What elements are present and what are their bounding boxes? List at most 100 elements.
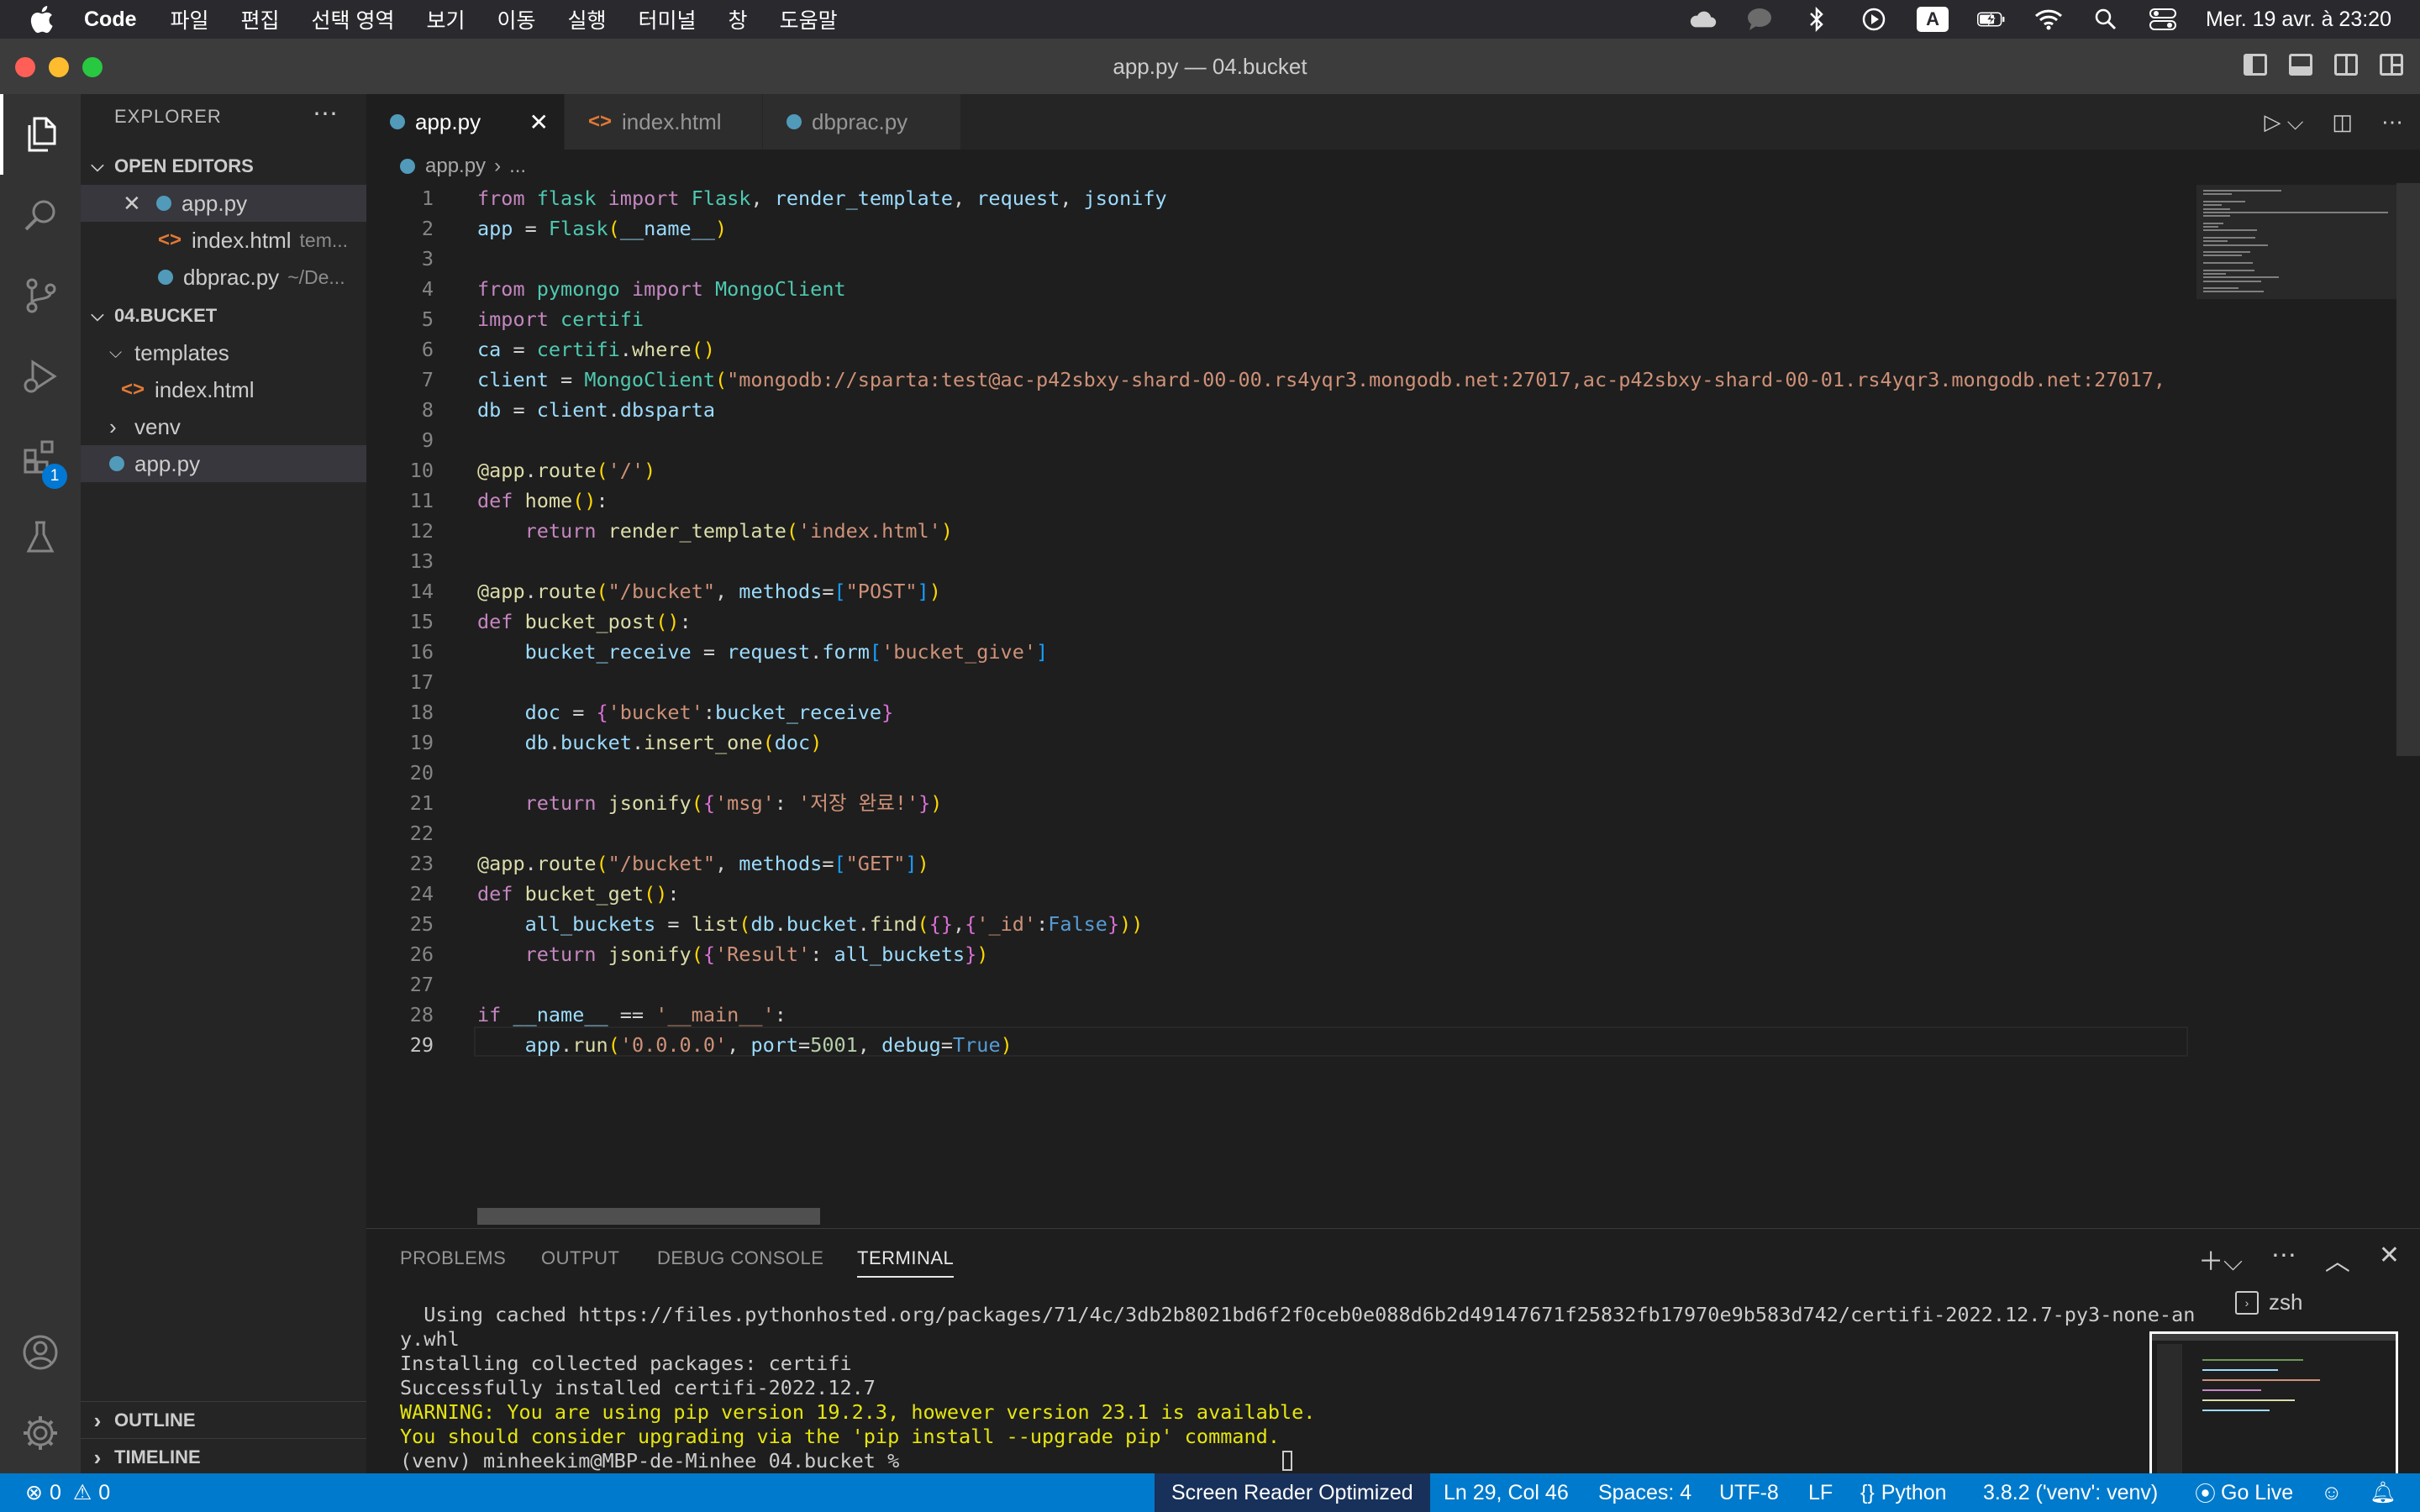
toggle-primary-sidebar-icon[interactable] bbox=[2244, 54, 2267, 76]
more-actions-icon[interactable]: ⋯ bbox=[2271, 1241, 2296, 1278]
play-circle-icon[interactable] bbox=[1860, 7, 1888, 32]
customize-layout-icon[interactable] bbox=[2380, 54, 2403, 76]
close-panel-icon[interactable]: ✕ bbox=[2379, 1241, 2400, 1278]
code-line[interactable]: 5 import certifi bbox=[366, 304, 2198, 334]
open-editor-app-py[interactable]: ✕ app.py bbox=[81, 185, 366, 222]
problems-indicator[interactable]: ⊗ 0 ⚠ 0 bbox=[25, 1473, 110, 1512]
tab-terminal[interactable]: TERMINAL bbox=[857, 1247, 955, 1278]
apple-icon[interactable] bbox=[29, 5, 59, 34]
open-editors-header[interactable]: ⌵ OPEN EDITORS bbox=[81, 148, 366, 185]
code-line[interactable]: 23 @app.route("/bucket", methods=["GET"]) bbox=[366, 848, 2198, 879]
code-line[interactable]: 22 bbox=[366, 818, 2198, 848]
maximize-panel-icon[interactable]: ︿ bbox=[2325, 1241, 2350, 1278]
code-line[interactable]: 24 def bucket_get(): bbox=[366, 879, 2198, 909]
outline-header[interactable]: › OUTLINE bbox=[81, 1401, 366, 1439]
wifi-icon[interactable] bbox=[2034, 7, 2063, 32]
menu-run[interactable]: 실행 bbox=[568, 4, 607, 34]
open-editor-dbprac-py[interactable]: dbprac.py ~/De... bbox=[81, 259, 366, 296]
terminal-list-item-zsh[interactable]: › zsh bbox=[2235, 1289, 2302, 1315]
bluetooth-icon[interactable] bbox=[1802, 7, 1831, 32]
go-live-button[interactable]: ⦿ Go Live bbox=[2195, 1473, 2293, 1512]
indentation[interactable]: Spaces: 4 bbox=[1598, 1473, 1691, 1512]
code-line[interactable]: 11 def home(): bbox=[366, 486, 2198, 516]
run-python-file-icon[interactable]: ▷ ⌵ bbox=[2264, 109, 2303, 136]
file-encoding[interactable]: UTF-8 bbox=[1719, 1473, 1779, 1512]
run-and-debug-icon[interactable] bbox=[0, 336, 81, 417]
code-line[interactable]: 12 return render_template('index.html') bbox=[366, 516, 2198, 546]
accounts-icon[interactable] bbox=[0, 1312, 81, 1393]
tab-debug-console[interactable]: DEBUG CONSOLE bbox=[657, 1247, 823, 1269]
code-line[interactable]: 20 bbox=[366, 758, 2198, 788]
code-line[interactable]: 28 if __name__ == '__main__': bbox=[366, 1000, 2198, 1030]
search-icon[interactable] bbox=[0, 175, 81, 255]
end-of-line[interactable]: LF bbox=[1808, 1473, 1833, 1512]
close-editor-icon[interactable]: ✕ bbox=[123, 191, 156, 217]
menu-window[interactable]: 창 bbox=[729, 4, 748, 34]
cursor-position[interactable]: Ln 29, Col 46 bbox=[1444, 1473, 1569, 1512]
menu-view[interactable]: 보기 bbox=[426, 4, 465, 34]
menu-terminal[interactable]: 터미널 bbox=[639, 4, 697, 34]
tree-folder-venv[interactable]: › venv bbox=[81, 408, 366, 445]
icloud-icon[interactable] bbox=[1688, 7, 1717, 32]
code-line[interactable]: 27 bbox=[366, 969, 2198, 1000]
code-line[interactable]: 26 return jsonify({'Result': all_buckets… bbox=[366, 939, 2198, 969]
tab-index-html[interactable]: <> index.html bbox=[565, 94, 763, 150]
code-line[interactable]: 21 return jsonify({'msg': '저장 완료!'}) bbox=[366, 788, 2198, 818]
close-tab-icon[interactable]: ✕ bbox=[529, 108, 549, 136]
code-line[interactable]: 3 bbox=[366, 244, 2198, 274]
settings-gear-icon[interactable] bbox=[0, 1393, 81, 1473]
tree-file-index-html[interactable]: <> index.html bbox=[81, 371, 366, 408]
minimap[interactable] bbox=[2196, 185, 2396, 299]
new-terminal-icon[interactable]: ＋⌵ bbox=[2198, 1241, 2243, 1278]
split-editor-icon[interactable]: ◫ bbox=[2332, 109, 2353, 136]
notifications-bell-icon[interactable]: 🔔︎ bbox=[2370, 1473, 2396, 1512]
code-line[interactable]: 19 db.bucket.insert_one(doc) bbox=[366, 727, 2198, 758]
menu-edit[interactable]: 편집 bbox=[241, 4, 280, 34]
code-line[interactable]: 6 ca = certifi.where() bbox=[366, 334, 2198, 365]
tab-problems[interactable]: PROBLEMS bbox=[400, 1247, 506, 1269]
explorer-icon[interactable] bbox=[0, 94, 81, 175]
app-name-menu[interactable]: Code bbox=[84, 8, 137, 32]
more-actions-icon[interactable]: ⋯ bbox=[313, 99, 338, 129]
tab-dbprac-py[interactable]: dbprac.py bbox=[763, 94, 961, 150]
code-line[interactable]: 4 from pymongo import MongoClient bbox=[366, 274, 2198, 304]
code-line[interactable]: 16 bucket_receive = request.form['bucket… bbox=[366, 637, 2198, 667]
code-line[interactable]: 9 bbox=[366, 425, 2198, 455]
toggle-panel-icon[interactable] bbox=[2289, 54, 2312, 76]
control-center-icon[interactable] bbox=[2149, 7, 2177, 32]
tab-app-py[interactable]: app.py ✕ bbox=[366, 94, 565, 150]
more-actions-icon[interactable]: ⋯ bbox=[2381, 109, 2403, 136]
code-line[interactable]: 29 app.run('0.0.0.0', port=5001, debug=T… bbox=[366, 1030, 2198, 1060]
screen-reader-mode[interactable]: Screen Reader Optimized bbox=[1155, 1473, 1430, 1512]
menu-go[interactable]: 이동 bbox=[497, 4, 536, 34]
code-line[interactable]: 7 client = MongoClient("mongodb://sparta:… bbox=[366, 365, 2198, 395]
chat-bubble-icon[interactable] bbox=[1745, 7, 1774, 32]
code-line[interactable]: 17 bbox=[366, 667, 2198, 697]
code-line[interactable]: 13 bbox=[366, 546, 2198, 576]
input-source-indicator[interactable]: A bbox=[1917, 7, 1949, 32]
menu-selection[interactable]: 선택 영역 bbox=[312, 4, 395, 34]
code-line[interactable]: 25 all_buckets = list(db.bucket.find({},… bbox=[366, 909, 2198, 939]
toggle-secondary-sidebar-icon[interactable] bbox=[2334, 54, 2358, 76]
source-control-icon[interactable] bbox=[0, 255, 81, 336]
breadcrumb-symbol[interactable]: ... bbox=[509, 155, 526, 178]
code-line[interactable]: 18 doc = {'bucket':bucket_receive} bbox=[366, 697, 2198, 727]
screen-thumbnail-preview[interactable] bbox=[2149, 1331, 2398, 1483]
code-line[interactable]: 1 from flask import Flask, render_templat… bbox=[366, 183, 2198, 213]
code-line[interactable]: 15 def bucket_post(): bbox=[366, 606, 2198, 637]
tab-output[interactable]: OUTPUT bbox=[541, 1247, 619, 1269]
feedback-icon[interactable]: ☺ bbox=[2321, 1473, 2343, 1512]
extensions-icon[interactable]: 1 bbox=[0, 417, 81, 497]
breadcrumb-file[interactable]: app.py bbox=[425, 155, 486, 178]
language-mode[interactable]: {} Python bbox=[1860, 1473, 1947, 1512]
menubar-clock[interactable]: Mer. 19 avr. à 23:20 bbox=[2206, 8, 2391, 32]
python-interpreter[interactable]: 3.8.2 ('venv': venv) bbox=[1983, 1473, 2158, 1512]
vertical-scrollbar[interactable] bbox=[2396, 183, 2420, 1228]
code-line[interactable]: 8 db = client.dbsparta bbox=[366, 395, 2198, 425]
tree-folder-templates[interactable]: ⌵ templates bbox=[81, 334, 366, 371]
code-line[interactable]: 10 @app.route('/') bbox=[366, 455, 2198, 486]
spotlight-search-icon[interactable] bbox=[2091, 7, 2120, 32]
battery-icon[interactable] bbox=[1977, 7, 2006, 32]
code-line[interactable]: 14 @app.route("/bucket", methods=["POST"]… bbox=[366, 576, 2198, 606]
testing-flask-icon[interactable] bbox=[0, 497, 81, 578]
